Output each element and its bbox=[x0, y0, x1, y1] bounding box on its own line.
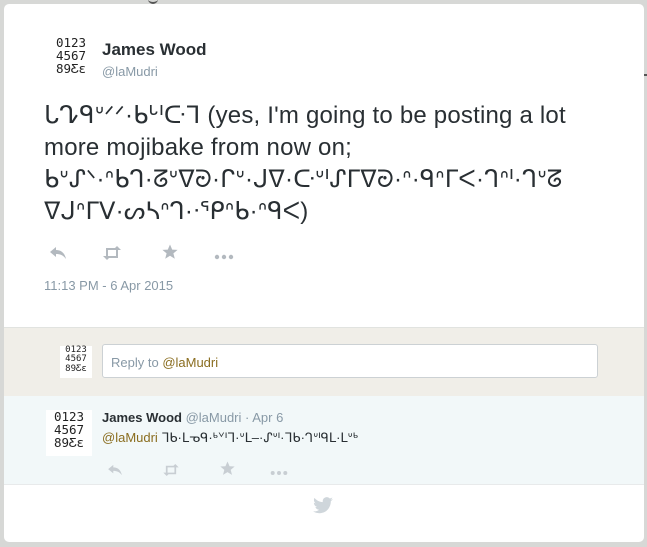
avatar[interactable]: 0123 4567 89Ƹε bbox=[48, 36, 94, 82]
avatar-line: 89Ƹε bbox=[53, 435, 85, 451]
reply-icon[interactable] bbox=[46, 244, 70, 265]
retweet-icon[interactable] bbox=[160, 460, 182, 481]
reply-tweet-author-name[interactable]: James Wood bbox=[102, 410, 182, 425]
tweet-timestamp[interactable]: 11:13 PM - 6 Apr 2015 bbox=[44, 278, 173, 293]
reply-placeholder: Reply to bbox=[111, 355, 163, 370]
reply-box: 0123 4567 89Ƹε Reply to @laMudri bbox=[4, 327, 644, 397]
favorite-icon[interactable] bbox=[158, 244, 182, 265]
tweet-actions bbox=[46, 244, 236, 265]
reply-tweet-text: @laMudri ᒣᑲ·ᒪᓀᑫ·ᒃᘁᑊᒣ·ᐡᒪ–·ᔑᐡᑊ·ᒣᑲ·ᒉᐡᑊᑫᒪ·ᒪᐡ… bbox=[102, 430, 358, 446]
reply-tweet-avatar[interactable]: 0123 4567 89Ƹε bbox=[46, 410, 92, 456]
avatar-line: 89Ƹε bbox=[65, 363, 87, 374]
reply-tweet[interactable]: 0123 4567 89Ƹε James Wood @laMudri · Apr… bbox=[4, 396, 644, 485]
author-handle[interactable]: @laMudri bbox=[102, 64, 158, 79]
reply-tweet-actions bbox=[104, 460, 290, 481]
twitter-bird-icon[interactable] bbox=[312, 497, 334, 517]
reply-tweet-mention[interactable]: @laMudri bbox=[102, 430, 158, 445]
reply-icon[interactable] bbox=[104, 460, 126, 481]
favorite-icon[interactable] bbox=[216, 460, 238, 481]
retweet-icon[interactable] bbox=[100, 244, 124, 265]
author-name[interactable]: James Wood bbox=[102, 40, 207, 60]
avatar-line: 89Ƹε bbox=[55, 61, 87, 77]
reply-avatar: 0123 4567 89Ƹε bbox=[60, 345, 92, 378]
more-icon[interactable] bbox=[268, 460, 290, 481]
reply-placeholder-mention: @laMudri bbox=[162, 355, 219, 370]
tweet-card: 0123 4567 89Ƹε James Wood @laMudri ᒐᖊᑫᐡᐟ… bbox=[4, 4, 644, 542]
tweet-text: ᒐᖊᑫᐡᐟᐟ·ᑲᒡᑊᑢᒣ (yes, I'm going to be posti… bbox=[44, 102, 566, 225]
reply-input[interactable]: Reply to @laMudri bbox=[102, 344, 598, 378]
reply-tweet-header: James Wood @laMudri · Apr 6 bbox=[102, 410, 283, 425]
reply-tweet-meta[interactable]: @laMudri · Apr 6 bbox=[186, 410, 284, 425]
more-icon[interactable] bbox=[212, 244, 236, 265]
reply-tweet-body: ᒣᑲ·ᒪᓀᑫ·ᒃᘁᑊᒣ·ᐡᒪ–·ᔑᐡᑊ·ᒣᑲ·ᒉᐡᑊᑫᒪ·ᒪᐡᒃ bbox=[157, 430, 358, 445]
